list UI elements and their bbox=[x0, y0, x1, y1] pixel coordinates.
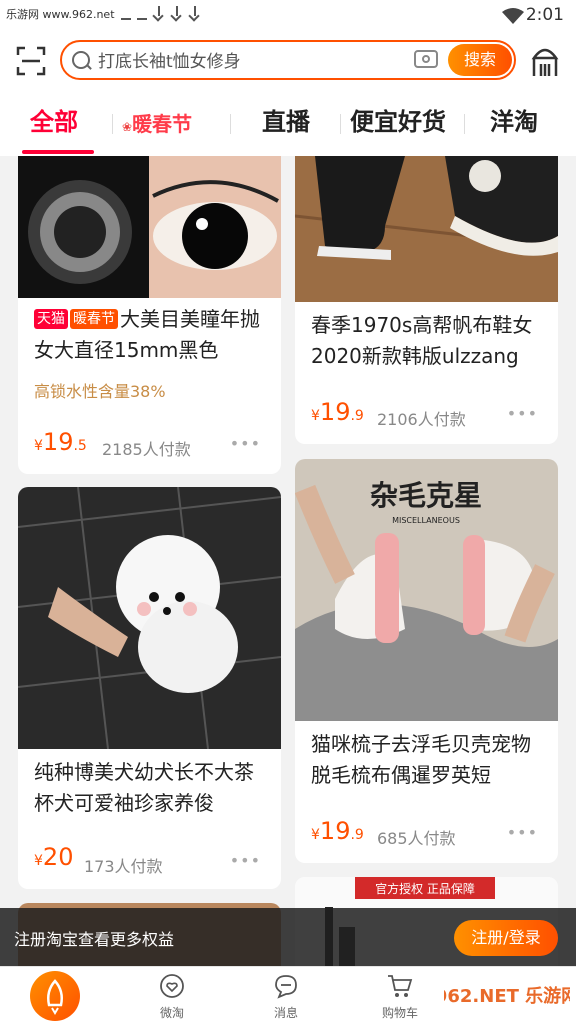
price-currency: ¥ bbox=[34, 853, 43, 869]
tab-divider bbox=[230, 114, 231, 134]
price-integer: 19 bbox=[319, 817, 351, 845]
product-card[interactable]: 纯种博美犬幼犬长不大茶杯犬可爱袖珍家养俊 ¥20 173人付款 ••• bbox=[18, 487, 281, 889]
tab-divider bbox=[464, 114, 465, 134]
image-title: 杂毛克星 bbox=[370, 479, 482, 512]
tab-divider bbox=[112, 114, 113, 134]
heart-icon bbox=[160, 974, 184, 998]
price-decimal: .9 bbox=[350, 408, 364, 424]
register-banner: 注册淘宝查看更多权益 注册/登录 bbox=[0, 908, 576, 966]
product-price: ¥19.9 bbox=[311, 398, 364, 426]
product-sold-count: 685人付款 bbox=[377, 829, 456, 848]
register-banner-text: 注册淘宝查看更多权益 bbox=[14, 930, 175, 949]
product-image[interactable]: 杂毛克星 MISCELLANEOUS bbox=[295, 459, 558, 721]
product-title: 纯种博美犬幼犬长不大茶杯犬可爱袖珍家养俊 bbox=[34, 760, 254, 815]
home-button[interactable] bbox=[30, 971, 80, 1021]
nav-cart[interactable]: 购物车 bbox=[370, 973, 430, 1021]
category-icon[interactable] bbox=[530, 42, 560, 78]
product-sold-count: 2185人付款 bbox=[102, 440, 191, 459]
status-site-text: 乐游网 www.962.net bbox=[6, 8, 115, 21]
image-subtitle: MISCELLANEOUS bbox=[392, 516, 460, 525]
download-icon bbox=[171, 6, 183, 22]
nav-messages[interactable]: 消息 bbox=[256, 973, 316, 1021]
product-price: ¥19.5 bbox=[34, 428, 87, 456]
search-box[interactable]: 搜索 bbox=[60, 40, 516, 80]
status-bar: 乐游网 www.962.net 2:01 bbox=[0, 0, 576, 32]
cart-icon bbox=[388, 975, 413, 997]
download-icon bbox=[189, 6, 201, 22]
svg-text:962.NET 乐游网: 962.NET 乐游网 bbox=[444, 985, 570, 1007]
more-icon[interactable]: ••• bbox=[507, 404, 538, 423]
tab-cheap-goods[interactable]: 便宜好货 bbox=[350, 102, 446, 137]
tab-spring-festival[interactable]: ❀暖春节 bbox=[122, 108, 192, 137]
product-sold-count: 2106人付款 bbox=[377, 410, 466, 429]
more-icon[interactable]: ••• bbox=[507, 823, 538, 842]
search-button[interactable]: 搜索 bbox=[448, 44, 512, 76]
flower-icon: ❀ bbox=[122, 120, 133, 134]
product-title: 猫咪梳子去浮毛贝壳宠物脱毛梳布偶暹罗英短 bbox=[311, 732, 531, 787]
tab-spring-festival-label: 暖春节 bbox=[132, 112, 193, 136]
price-currency: ¥ bbox=[311, 408, 320, 424]
category-tabs: 全部 ❀暖春节 直播 便宜好货 洋淘 bbox=[0, 90, 576, 156]
tab-divider bbox=[340, 114, 341, 134]
nav-messages-label: 消息 bbox=[273, 1006, 298, 1020]
price-decimal: .9 bbox=[350, 827, 364, 843]
rocket-icon bbox=[47, 979, 63, 1015]
more-icon[interactable]: ••• bbox=[230, 434, 261, 453]
product-card[interactable]: 杂毛克星 MISCELLANEOUS 猫咪梳子去浮毛贝壳宠物脱毛梳布偶暹罗英短 … bbox=[295, 459, 558, 863]
camera-icon[interactable] bbox=[414, 50, 438, 68]
status-dash-icon bbox=[120, 18, 131, 20]
price-currency: ¥ bbox=[311, 827, 320, 843]
tab-overseas[interactable]: 洋淘 bbox=[490, 102, 538, 137]
download-icon bbox=[153, 6, 165, 22]
product-image[interactable] bbox=[295, 156, 558, 302]
nav-weitao-label: 微淘 bbox=[159, 1006, 184, 1020]
register-login-button[interactable]: 注册/登录 bbox=[454, 920, 558, 956]
image-badge: 官方授权 正品保障 bbox=[375, 881, 475, 896]
price-integer: 19 bbox=[42, 428, 74, 456]
price-integer: 19 bbox=[319, 398, 351, 426]
more-icon[interactable]: ••• bbox=[230, 851, 261, 870]
tab-all[interactable]: 全部 bbox=[30, 102, 78, 137]
product-card[interactable]: 春季1970s高帮帆布鞋女2020新款韩版ulzzang ¥19.9 2106人… bbox=[295, 156, 558, 444]
price-decimal: .5 bbox=[73, 438, 87, 454]
product-title: 天猫 暖春节 大美目美瞳年抛女大直径15mm黑色 bbox=[34, 304, 271, 366]
watermark-logo: 962.NET 乐游网 bbox=[444, 974, 570, 1020]
nav-cart-label: 购物车 bbox=[381, 1006, 418, 1020]
scan-icon[interactable] bbox=[16, 46, 46, 76]
message-icon bbox=[275, 975, 297, 999]
product-title: 春季1970s高帮帆布鞋女2020新款韩版ulzzang bbox=[311, 313, 533, 368]
product-card[interactable]: 天猫 暖春节 大美目美瞳年抛女大直径15mm黑色 高锁水性含量38% ¥19.5 2… bbox=[18, 156, 281, 474]
festival-tag: 暖春节 bbox=[70, 309, 118, 329]
tab-live[interactable]: 直播 bbox=[262, 102, 310, 137]
wifi-icon bbox=[502, 8, 524, 24]
search-input[interactable] bbox=[96, 48, 400, 76]
price-currency: ¥ bbox=[34, 438, 43, 454]
nav-weitao[interactable]: 微淘 bbox=[142, 973, 202, 1021]
tmall-tag: 天猫 bbox=[34, 309, 68, 329]
product-image[interactable] bbox=[18, 487, 281, 749]
status-dash-icon bbox=[136, 18, 147, 20]
price-integer: 20 bbox=[42, 843, 74, 871]
tab-active-indicator bbox=[22, 150, 94, 154]
product-price: ¥19.9 bbox=[311, 817, 364, 845]
product-subtitle: 高锁水性含量38% bbox=[34, 382, 166, 401]
search-icon bbox=[72, 51, 90, 69]
search-header: 搜索 bbox=[0, 32, 576, 90]
status-time: 2:01 bbox=[525, 5, 564, 25]
product-sold-count: 173人付款 bbox=[84, 857, 163, 876]
product-price: ¥20 bbox=[34, 843, 73, 871]
product-image[interactable] bbox=[18, 156, 281, 298]
